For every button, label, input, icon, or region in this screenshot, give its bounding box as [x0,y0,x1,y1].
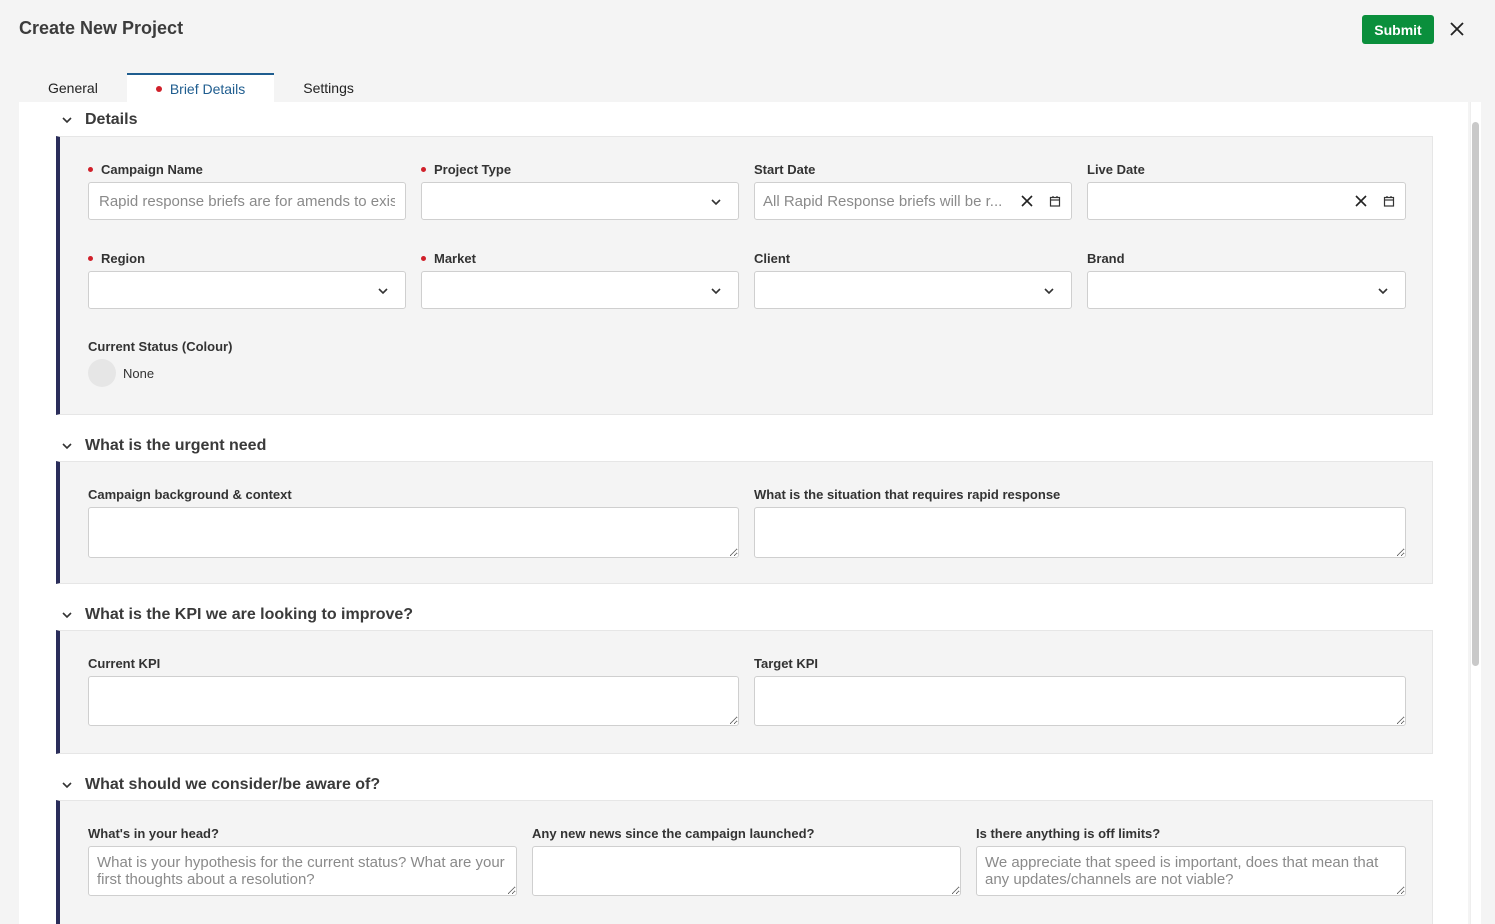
current-kpi-textarea[interactable] [88,676,739,726]
tab-label: General [48,79,98,96]
project-type-select[interactable] [421,182,739,220]
limits-textarea[interactable] [976,846,1406,896]
brief-details-content: Details Campaign Name Project Type Start… [19,102,1468,924]
target-kpi-label: Target KPI [754,656,819,671]
chevron-down-icon [62,443,72,450]
required-dot-icon [88,167,93,172]
tab-label: Brief Details [169,80,246,97]
chevron-down-icon [711,199,721,206]
project-type-label: Project Type [421,162,511,177]
required-dot-icon [421,167,426,172]
situation-label: What is the situation that requires rapi… [754,487,1061,502]
tab-settings[interactable]: Settings [274,73,383,102]
required-dot-icon [88,256,93,261]
campaign-background-label: Campaign background & context [88,487,292,502]
limits-label: Is there anything is off limits? [976,826,1161,841]
client-select[interactable] [754,271,1072,309]
calendar-icon[interactable] [1049,195,1061,207]
tab-general[interactable]: General [19,73,127,102]
section-title: What is the urgent need [85,437,267,454]
consider-panel: What's in your head? Any new news since … [56,800,1433,924]
brand-label: Brand [1087,251,1125,266]
current-status-label: Current Status (Colour) [88,339,233,354]
head-textarea[interactable] [88,846,517,896]
required-dot-icon [155,85,162,92]
section-header-kpi[interactable]: What is the KPI we are looking to improv… [61,606,413,624]
start-date-field[interactable]: All Rapid Response briefs will be r... [754,182,1072,220]
brand-select[interactable] [1087,271,1406,309]
section-header-urgent-need[interactable]: What is the urgent need [61,437,266,455]
chevron-down-icon [378,288,388,295]
section-title: What should we consider/be aware of? [85,776,381,793]
section-header-consider[interactable]: What should we consider/be aware of? [61,776,380,794]
news-textarea[interactable] [532,846,961,896]
target-kpi-textarea[interactable] [754,676,1406,726]
market-label: Market [421,251,476,266]
campaign-background-textarea[interactable] [88,507,739,558]
chevron-down-icon [711,288,721,295]
tab-bar: General Brief Details Settings [19,73,383,102]
dialog-header: Create New Project Submit [0,0,1495,60]
page-title: Create New Project [19,18,184,38]
tab-brief-details[interactable]: Brief Details [126,73,275,102]
tab-label: Settings [303,79,354,96]
current-kpi-label: Current KPI [88,656,161,671]
campaign-name-input[interactable] [88,182,406,220]
close-icon[interactable] [1447,19,1467,39]
chevron-down-icon [1044,288,1054,295]
live-date-label: Live Date [1087,162,1145,177]
calendar-icon[interactable] [1383,195,1395,207]
scrollbar-thumb[interactable] [1472,122,1479,666]
chevron-down-icon [62,612,72,619]
chevron-down-icon [62,782,72,789]
region-label: Region [88,251,145,266]
clear-icon[interactable] [1021,195,1033,207]
status-colour-swatch[interactable] [88,359,116,387]
status-value: None [123,366,155,381]
chevron-down-icon [1378,288,1388,295]
clear-icon[interactable] [1355,195,1367,207]
urgent-need-panel: Campaign background & context What is th… [56,461,1433,584]
news-label: Any new news since the campaign launched… [532,826,815,841]
start-date-placeholder: All Rapid Response briefs will be r... [763,193,1003,210]
details-panel: Campaign Name Project Type Start Date Li… [56,136,1433,415]
submit-button[interactable]: Submit [1362,15,1434,44]
section-title: What is the KPI we are looking to improv… [85,606,414,623]
chevron-down-icon [62,117,72,124]
kpi-panel: Current KPI Target KPI [56,630,1433,754]
campaign-name-label: Campaign Name [88,162,203,177]
head-label: What's in your head? [88,826,219,841]
section-title: Details [85,111,138,128]
client-label: Client [754,251,791,266]
situation-textarea[interactable] [754,507,1406,558]
live-date-field[interactable] [1087,182,1406,220]
market-select[interactable] [421,271,739,309]
start-date-label: Start Date [754,162,816,177]
required-dot-icon [421,256,426,261]
section-header-details[interactable]: Details [61,111,137,129]
region-select[interactable] [88,271,406,309]
